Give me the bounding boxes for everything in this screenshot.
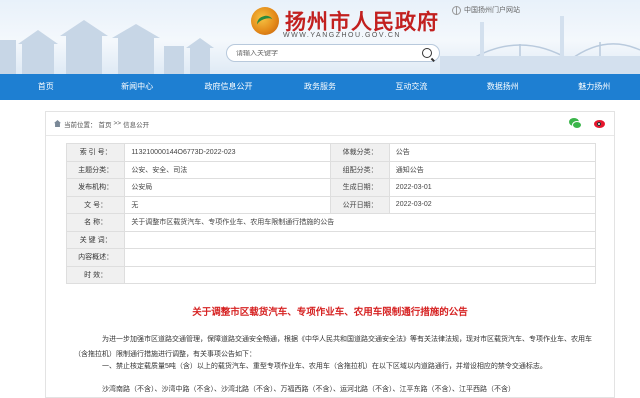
docno-value: 无 [124,195,332,214]
validity-value [124,265,596,284]
org-type-value: 通知公告 [388,160,597,179]
share-buttons [569,117,606,129]
docno-label: 文 号： [65,195,126,214]
nav-item-news[interactable]: 新闻中心 [91,74,182,100]
home-icon [54,120,61,127]
summary-value [124,248,596,267]
breadcrumb-item-home[interactable]: 首页 [99,119,112,129]
breadcrumb-prefix: 当前位置： [64,121,97,129]
keywords-label: 关 键 词： [65,230,126,249]
category-value: 公告 [388,143,597,162]
portal-link-label: 中国扬州门户网站 [464,7,520,14]
globe-icon [452,5,461,15]
breadcrumb-separator: >> [113,120,122,127]
table-row: 文 号： 无 公开日期： 2022-03-02 [65,195,597,214]
issuer-label: 发布机构： [65,178,126,197]
published-label: 公开日期： [330,195,390,214]
index-value: 113210000144O6773D-2022-023 [124,143,332,162]
issuer-value: 公安局 [124,178,332,197]
table-row: 时 效： [65,265,596,284]
content-panel: 当前位置： 首页 >> 信息公开 索 引 号： 113210000144O677… [45,111,615,398]
table-row: 主题分类： 公安、安全、司法 组配分类： 通知公告 [65,160,597,179]
created-value: 2022-03-01 [388,178,597,197]
breadcrumb: 当前位置： 首页 >> 信息公开 [46,112,614,136]
table-row: 名 称： 关于调整市区载货汽车、专项作业车、农用车限制通行措施的公告 [65,213,596,232]
wechat-icon[interactable] [569,117,582,129]
table-row: 索 引 号： 113210000144O6773D-2022-023 体裁分类：… [65,143,597,162]
document-info-table: 索 引 号： 113210000144O6773D-2022-023 体裁分类：… [65,143,597,284]
nav-item-gov-info[interactable]: 政府信息公开 [183,74,274,100]
keywords-value [124,230,596,249]
main-nav: 首页 新闻中心 政府信息公开 政务服务 互动交流 数据扬州 魅力扬州 [0,74,640,100]
table-row: 内容概述： [65,248,596,267]
weibo-icon[interactable] [594,117,606,129]
nav-item-home[interactable]: 首页 [0,74,91,100]
breadcrumb-item-info[interactable]: 信息公开 [123,119,149,129]
portal-link[interactable]: 中国扬州门户网站 [452,5,520,15]
org-type-label: 组配分类： [330,160,390,179]
nav-item-charm[interactable]: 魅力扬州 [549,74,640,100]
topic-label: 主题分类： [65,160,126,179]
nav-item-services[interactable]: 政务服务 [274,74,365,100]
article-roads: 沙湾南路（不含）、沙湾中路（不含）、沙湾北路（不含）、万福西路（不含）、运河北路… [102,386,515,393]
city-emblem-icon [251,7,279,35]
summary-label: 内容概述： [65,248,126,267]
category-label: 体裁分类： [330,143,390,162]
name-value: 关于调整市区载货汽车、专项作业车、农用车限制通行措施的公告 [124,213,596,232]
index-label: 索 引 号： [65,143,126,162]
article-clause: 一、禁止核定载质量5吨（含）以上的载货汽车、重型专项作业车、农用车（含拖拉机）在… [102,363,547,370]
article-paragraph: 为进一步加强市区道路交通管理，保障道路交通安全畅通，根据《中华人民共和国道路交通… [74,336,592,358]
search-input[interactable] [236,49,416,57]
nav-item-interaction[interactable]: 互动交流 [366,74,457,100]
created-label: 生成日期： [330,178,390,197]
nav-item-data[interactable]: 数据扬州 [457,74,548,100]
header-banner: 扬州市人民政府 WWW.YANGZHOU.GOV.CN 中国扬州门户网站 [0,0,640,74]
search-icon[interactable] [422,48,432,58]
search-box [226,44,440,62]
name-label: 名 称： [65,213,126,232]
article-title: 关于调整市区载货汽车、专项作业车、农用车限制通行措施的公告 [192,307,468,318]
table-row: 关 键 词： [65,230,596,249]
published-value: 2022-03-02 [388,195,597,214]
topic-value: 公安、安全、司法 [124,160,332,179]
table-row: 发布机构： 公安局 生成日期： 2022-03-01 [65,178,597,197]
validity-label: 时 效： [65,265,126,284]
site-url: WWW.YANGZHOU.GOV.CN [283,32,401,39]
